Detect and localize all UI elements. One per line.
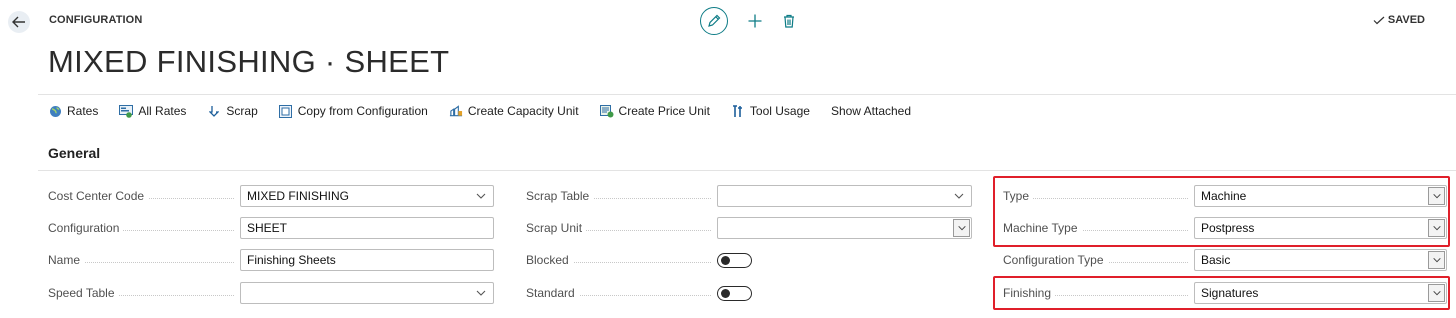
price-unit-icon	[599, 104, 614, 118]
scrap-unit-input[interactable]	[717, 217, 972, 239]
scrap-unit-label: Scrap Unit	[526, 221, 717, 235]
chevron-down-icon	[1432, 257, 1441, 263]
scrap-action[interactable]: Scrap	[207, 104, 258, 118]
create-price-unit-action[interactable]: Create Price Unit	[599, 104, 710, 118]
all-rates-action[interactable]: All Rates	[119, 104, 186, 118]
cost-center-code-input[interactable]: MIXED FINISHING	[240, 185, 494, 207]
scrap-table-label: Scrap Table	[526, 189, 717, 203]
cost-center-code-field: Cost Center Code MIXED FINISHING	[48, 185, 494, 207]
create-capacity-unit-label: Create Capacity Unit	[467, 104, 579, 118]
saved-label: SAVED	[1387, 14, 1425, 26]
chevron-down-icon	[957, 225, 966, 231]
configuration-type-value: Basic	[1201, 253, 1231, 267]
tool-usage-action[interactable]: Tool Usage	[731, 104, 810, 118]
edit-button[interactable]	[700, 7, 728, 35]
scrap-unit-field: Scrap Unit	[526, 217, 972, 239]
saved-status: SAVED	[1373, 14, 1425, 26]
blocked-label: Blocked	[526, 253, 717, 267]
configuration-type-field: Configuration Type Basic	[1003, 249, 1447, 271]
configuration-input[interactable]: SHEET	[240, 217, 494, 239]
chevron-down-icon	[476, 290, 486, 296]
arrow-down-icon	[207, 104, 221, 118]
blocked-field: Blocked	[526, 249, 972, 271]
speed-table-field: Speed Table	[48, 282, 494, 304]
breadcrumb[interactable]: CONFIGURATION	[49, 14, 142, 26]
scrap-label: Scrap	[226, 104, 258, 118]
section-divider	[38, 170, 1456, 171]
copy-from-configuration-action[interactable]: Copy from Configuration	[279, 104, 428, 118]
cost-center-code-label: Cost Center Code	[48, 189, 240, 203]
copy-from-configuration-label: Copy from Configuration	[297, 104, 428, 118]
dropdown-button[interactable]	[1428, 251, 1445, 269]
highlight-type-machine-type	[993, 176, 1450, 247]
scrap-table-input[interactable]	[717, 185, 972, 207]
standard-label: Standard	[526, 286, 717, 300]
configuration-type-input[interactable]: Basic	[1194, 249, 1447, 271]
standard-field: Standard	[526, 282, 972, 304]
all-rates-icon	[119, 104, 134, 118]
cost-center-code-value: MIXED FINISHING	[247, 189, 350, 203]
chevron-down-icon	[476, 193, 486, 199]
delete-button[interactable]	[780, 12, 798, 30]
section-title-general[interactable]: General	[48, 145, 100, 161]
create-price-unit-label: Create Price Unit	[618, 104, 710, 118]
name-label: Name	[48, 253, 240, 267]
scrap-table-field: Scrap Table	[526, 185, 972, 207]
speed-table-label: Speed Table	[48, 286, 240, 300]
speed-table-input[interactable]	[240, 282, 494, 304]
configuration-type-label: Configuration Type	[1003, 253, 1194, 267]
highlight-finishing	[993, 276, 1450, 310]
back-button[interactable]	[8, 11, 30, 33]
dropdown-button[interactable]	[953, 219, 970, 237]
show-attached-action[interactable]: Show Attached	[831, 104, 911, 118]
configuration-field: Configuration SHEET	[48, 217, 494, 239]
name-field: Name Finishing Sheets	[48, 249, 494, 271]
plus-icon	[748, 14, 762, 28]
chevron-down-icon	[954, 193, 964, 199]
trash-icon	[784, 14, 794, 28]
rates-action[interactable]: Rates	[48, 104, 98, 118]
arrow-left-icon	[12, 16, 25, 28]
show-attached-label: Show Attached	[830, 104, 912, 118]
page-title: MIXED FINISHING · SHEET	[48, 44, 450, 79]
toggle-knob	[721, 256, 730, 265]
pencil-icon	[708, 14, 721, 27]
configuration-value: SHEET	[247, 221, 288, 235]
capacity-unit-icon	[449, 104, 463, 118]
record-actions	[700, 7, 798, 35]
standard-toggle[interactable]	[717, 286, 752, 301]
create-capacity-unit-action[interactable]: Create Capacity Unit	[449, 104, 579, 118]
copy-icon	[279, 104, 293, 118]
configuration-label: Configuration	[48, 221, 240, 235]
globe-icon	[48, 104, 62, 118]
blocked-toggle[interactable]	[717, 253, 752, 268]
action-bar: Rates All Rates Scrap Copy from Configur…	[48, 104, 932, 118]
tool-usage-label: Tool Usage	[749, 104, 810, 118]
checkmark-icon	[1373, 16, 1385, 24]
tool-usage-icon	[731, 104, 745, 118]
name-input[interactable]: Finishing Sheets	[240, 249, 494, 271]
toggle-knob	[721, 289, 730, 298]
all-rates-label: All Rates	[138, 104, 187, 118]
rates-label: Rates	[67, 104, 99, 118]
name-value: Finishing Sheets	[247, 253, 336, 267]
new-button[interactable]	[746, 12, 764, 30]
divider	[38, 94, 1456, 95]
